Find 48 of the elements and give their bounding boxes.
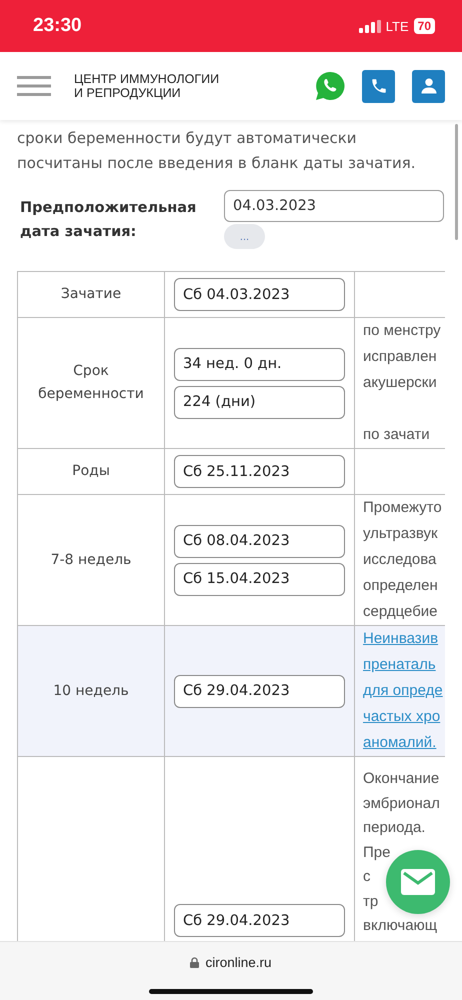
scrollbar[interactable] [455, 124, 458, 240]
date-field[interactable]: Сб 15.04.2023 [174, 562, 345, 596]
row-label: Зачатие [60, 286, 122, 302]
envelope-icon [401, 869, 435, 895]
phone-button[interactable] [362, 70, 395, 102]
date-field[interactable]: Сб 25.11.2023 [174, 455, 345, 488]
intro-paragraph: сроки беременности будут автоматически посчитаны после введения в бланк даты зачатия. [17, 128, 417, 174]
note-text: исследова [363, 551, 436, 568]
note-text: по менстру [363, 322, 441, 339]
battery-level: 70 [414, 18, 435, 34]
lock-icon [190, 957, 200, 968]
chat-bubble-icon[interactable] [315, 71, 345, 101]
note-text: включающ [363, 917, 438, 934]
account-button[interactable] [412, 70, 445, 102]
row-label: Срок беременности [38, 363, 144, 402]
date-field[interactable]: 224 (дни) [174, 386, 345, 418]
date-field[interactable]: Сб 29.04.2023 [174, 674, 345, 708]
note-text: периода. [363, 819, 426, 836]
note-text: Промежуто [363, 499, 442, 516]
phone-icon [370, 77, 388, 95]
date-field[interactable]: 34 нед. 0 дн. [174, 348, 345, 380]
logo-text[interactable]: ЦЕНТР ИММУНОЛОГИИ [74, 72, 315, 86]
note-text: Пре [363, 844, 390, 860]
date-field[interactable]: Сб 08.04.2023 [174, 524, 345, 558]
note-text: по зачати [363, 426, 430, 443]
note-text: акушерски [363, 374, 437, 391]
row-label: 7-8 недель [50, 552, 132, 568]
note-text: исправлен [363, 348, 437, 365]
note-text: Окончание [363, 770, 440, 787]
signal-icon [358, 20, 381, 32]
note-text: с [363, 868, 370, 885]
note-text: сердцебие [363, 603, 438, 620]
date-input-field[interactable]: 04.03.2023 [224, 190, 444, 222]
network-label: LTE [386, 18, 409, 34]
field-label: Предположительная дата зачатия: [19, 199, 198, 242]
person-icon [420, 77, 438, 95]
url-text[interactable]: cironline.ru [205, 955, 272, 970]
note-text: тр [363, 892, 378, 910]
row-label: 10 недель [53, 682, 129, 698]
logo-text[interactable]: И РЕПРОДУКЦИИ [74, 86, 315, 100]
date-field[interactable]: Сб 29.04.2023 [174, 904, 345, 937]
clock-time: 23:30 [33, 15, 82, 37]
note-text: ультразвук [363, 525, 438, 542]
date-field[interactable]: Сб 04.03.2023 [174, 278, 345, 311]
menu-icon[interactable] [17, 76, 51, 96]
note-text: определен [363, 577, 438, 594]
note-text: эмбрионал [363, 794, 440, 812]
row-label: Роды [72, 463, 110, 479]
